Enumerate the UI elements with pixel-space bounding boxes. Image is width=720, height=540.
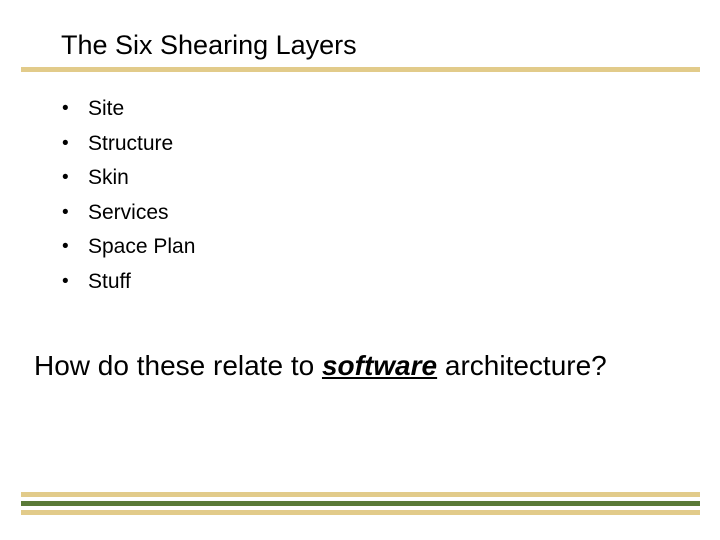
bullet-icon: • [62,132,69,154]
list-item-text: Space Plan [88,235,196,259]
list-item: • Skin [62,161,195,196]
list-item: • Structure [62,127,195,162]
slide-title: The Six Shearing Layers [61,30,357,60]
title-divider [21,67,700,72]
question-text-before: How do these relate to [34,350,322,381]
list-item: • Space Plan [62,230,195,265]
bullet-icon: • [62,98,69,119]
discussion-question: How do these relate to software architec… [34,346,607,386]
question-emphasis: software [321,350,438,381]
footer-rule-tan-bottom [21,510,700,515]
list-item-text: Stuff [88,269,131,293]
list-item-text: Site [88,97,125,120]
layer-list: • Site • Structure • Skin • Services • Space … [62,92,195,300]
list-item-text: Services [88,200,169,224]
footer-rule-green [21,501,700,506]
bullet-icon: • [62,236,69,258]
footer-rule-tan-top [21,492,700,497]
bullet-icon: • [62,270,69,292]
bullet-icon: • [62,167,69,189]
list-item-text: Structure [88,131,174,155]
bullet-icon: • [62,201,69,223]
list-item: • Services [62,196,195,231]
list-item-text: Skin [88,166,129,190]
list-item: • Stuff [62,265,195,300]
list-item: • Site [62,92,195,127]
question-text-after: architecture? [437,350,607,381]
